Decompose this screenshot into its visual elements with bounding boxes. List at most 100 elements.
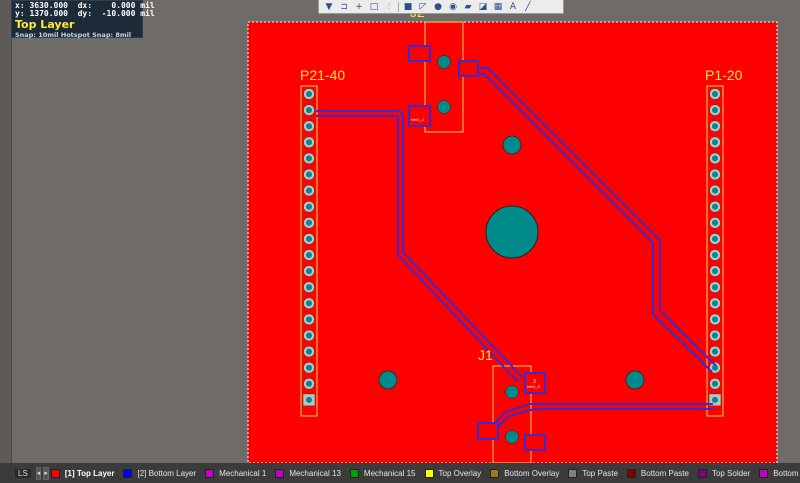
fill-icon[interactable]: ▰ (461, 1, 475, 13)
layer-swatch (568, 468, 578, 478)
component-icon[interactable]: ■ (401, 1, 415, 13)
header-p1-20-pin-hole (712, 219, 718, 226)
pad-icon[interactable]: ◉ (446, 1, 460, 13)
j2-pad-1[interactable] (408, 45, 431, 62)
header-p21-40-pin-hole (306, 155, 312, 162)
layer-swatch (349, 468, 359, 478)
layer-swatch (759, 468, 769, 478)
align-icon[interactable]: ⫶ (382, 1, 396, 13)
tab-top-layer[interactable]: [1] Top Layer (50, 468, 115, 478)
header-p21-40-pin-hole (306, 252, 312, 258)
header-p1-20-pin-hole (712, 187, 718, 194)
j2-hole-1 (437, 55, 451, 69)
pcb-canvas[interactable]: Net1_2 3 Net1_3 P21-40 P1-20 J1 J2 (0, 0, 800, 464)
active-bar: ▼ ⊐ + □ ⫶ ■ ◸ ● ◉ ▰ ◪ ▦ A ╱ (318, 0, 564, 14)
select-rect-icon[interactable]: □ (367, 1, 381, 13)
panel-strip (0, 0, 12, 463)
header-p21-40-pin-hole (306, 139, 312, 146)
header-p21-40-pin-hole (306, 107, 312, 114)
mounting-hole-top (502, 135, 522, 155)
text-icon[interactable]: A (506, 1, 520, 13)
header-p21-40-pin-hole (306, 91, 312, 97)
line-icon[interactable]: ╱ (521, 1, 535, 13)
j2-pad-2[interactable] (458, 60, 479, 77)
region-icon[interactable]: ◪ (476, 1, 490, 13)
tab-label: Mechanical 13 (289, 468, 341, 478)
add-icon[interactable]: + (352, 1, 366, 13)
j1-net-label: Net1_3 (527, 384, 541, 389)
header-p21-40-pin-hole (306, 396, 312, 403)
header-p1-20-pin-hole (712, 139, 718, 146)
header-p1-20-pin-hole (712, 396, 718, 403)
header-p1-20-pin-hole (712, 332, 718, 339)
tab-label: [2] Bottom Layer (137, 468, 197, 478)
dimension-icon[interactable]: ▦ (491, 1, 505, 13)
j2-hole-2 (437, 100, 451, 114)
label-j1: J1 (478, 347, 493, 363)
header-p1-20-pin-hole (712, 300, 718, 307)
layer-swatch (626, 468, 636, 478)
tab-label: Bottom Overlay (504, 468, 560, 478)
j1-hole-2 (505, 430, 519, 444)
j2-net-label: Net1_2 (411, 117, 425, 122)
header-p1-20-pin-hole (712, 284, 718, 291)
layer-tabs-bar: LS ◂ ▸ [1] Top Layer [2] Bottom Layer Me… (0, 463, 800, 483)
j1-hole-1 (505, 385, 519, 399)
snap-info: Snap: 10mil Hotspot Snap: 8mil (15, 31, 132, 39)
tab-top-overlay[interactable]: Top Overlay (424, 468, 481, 478)
tab-label: Top Solder (711, 468, 751, 478)
header-p21-40-pin-hole (306, 380, 312, 387)
header-p21-40-pin-hole (306, 364, 312, 371)
tab-label: Bottom Solder (773, 468, 800, 478)
layer-swatch (697, 468, 707, 478)
mounting-hole-right (625, 370, 645, 390)
prev-layer-button[interactable]: ◂ (35, 466, 42, 480)
tab-mechanical-1[interactable]: Mechanical 1 (205, 468, 267, 478)
tab-bottom-overlay[interactable]: Bottom Overlay (490, 468, 560, 478)
j2-pad-3[interactable] (408, 105, 431, 127)
tab-mechanical-13[interactable]: Mechanical 13 (275, 468, 341, 478)
header-p21-40-pin-hole (306, 348, 312, 355)
filter-icon[interactable]: ▼ (322, 1, 336, 13)
mounting-hole-large (485, 205, 539, 259)
tab-bottom-layer[interactable]: [2] Bottom Layer (123, 468, 197, 478)
header-p21-40-pin-hole (306, 284, 312, 291)
header-p1-20-pin-hole (712, 123, 718, 130)
tab-label: Bottom Paste (640, 468, 689, 478)
layer-swatch (490, 468, 500, 478)
header-p21-40-pin-hole (306, 235, 312, 242)
header-p21-40-pin-hole (306, 187, 312, 194)
j1-pad-3[interactable] (524, 434, 546, 451)
tab-top-solder[interactable]: Top Solder (697, 468, 751, 478)
header-p1-20-pin-hole (712, 348, 718, 355)
header-p1-20-pin-hole (712, 91, 718, 97)
layer-set-button[interactable]: LS (15, 468, 31, 478)
layer-swatch (275, 468, 285, 478)
mounting-hole-left (378, 370, 398, 390)
next-layer-button[interactable]: ▸ (43, 466, 49, 480)
header-p21-40-pin-hole (306, 316, 312, 323)
polygon-icon[interactable]: ◸ (416, 1, 430, 13)
header-p21-40-pin-hole (306, 268, 312, 275)
header-p21-40-pin-hole (306, 123, 312, 130)
route-icon[interactable]: ⊐ (337, 1, 351, 13)
layer-swatch (50, 468, 60, 478)
tab-bottom-solder[interactable]: Bottom Solder (759, 468, 800, 478)
label-p21-40: P21-40 (300, 67, 345, 83)
heads-up-display: x: 3630.000 dx: 0.000 mil y: 1370.000 dy… (11, 0, 155, 39)
via-icon[interactable]: ● (431, 1, 445, 13)
header-p1-20-pin-hole (712, 203, 718, 210)
header-p1-20-pin-hole (712, 268, 718, 275)
pcb-view[interactable]: Net1_2 3 Net1_3 P21-40 P1-20 J1 J2 (0, 0, 800, 464)
header-p1-20-pin-hole (712, 171, 718, 178)
label-p1-20: P1-20 (705, 67, 743, 83)
tab-top-paste[interactable]: Top Paste (568, 468, 618, 478)
tab-label: [1] Top Layer (64, 468, 115, 478)
header-p21-40-pin-hole (306, 219, 312, 226)
j1-pad-2[interactable] (477, 422, 499, 440)
tab-mechanical-15[interactable]: Mechanical 15 (349, 468, 416, 478)
tab-label: Mechanical 15 (363, 468, 416, 478)
tab-label: Mechanical 1 (219, 468, 267, 478)
tab-bottom-paste[interactable]: Bottom Paste (626, 468, 689, 478)
layer-swatch (123, 468, 133, 478)
